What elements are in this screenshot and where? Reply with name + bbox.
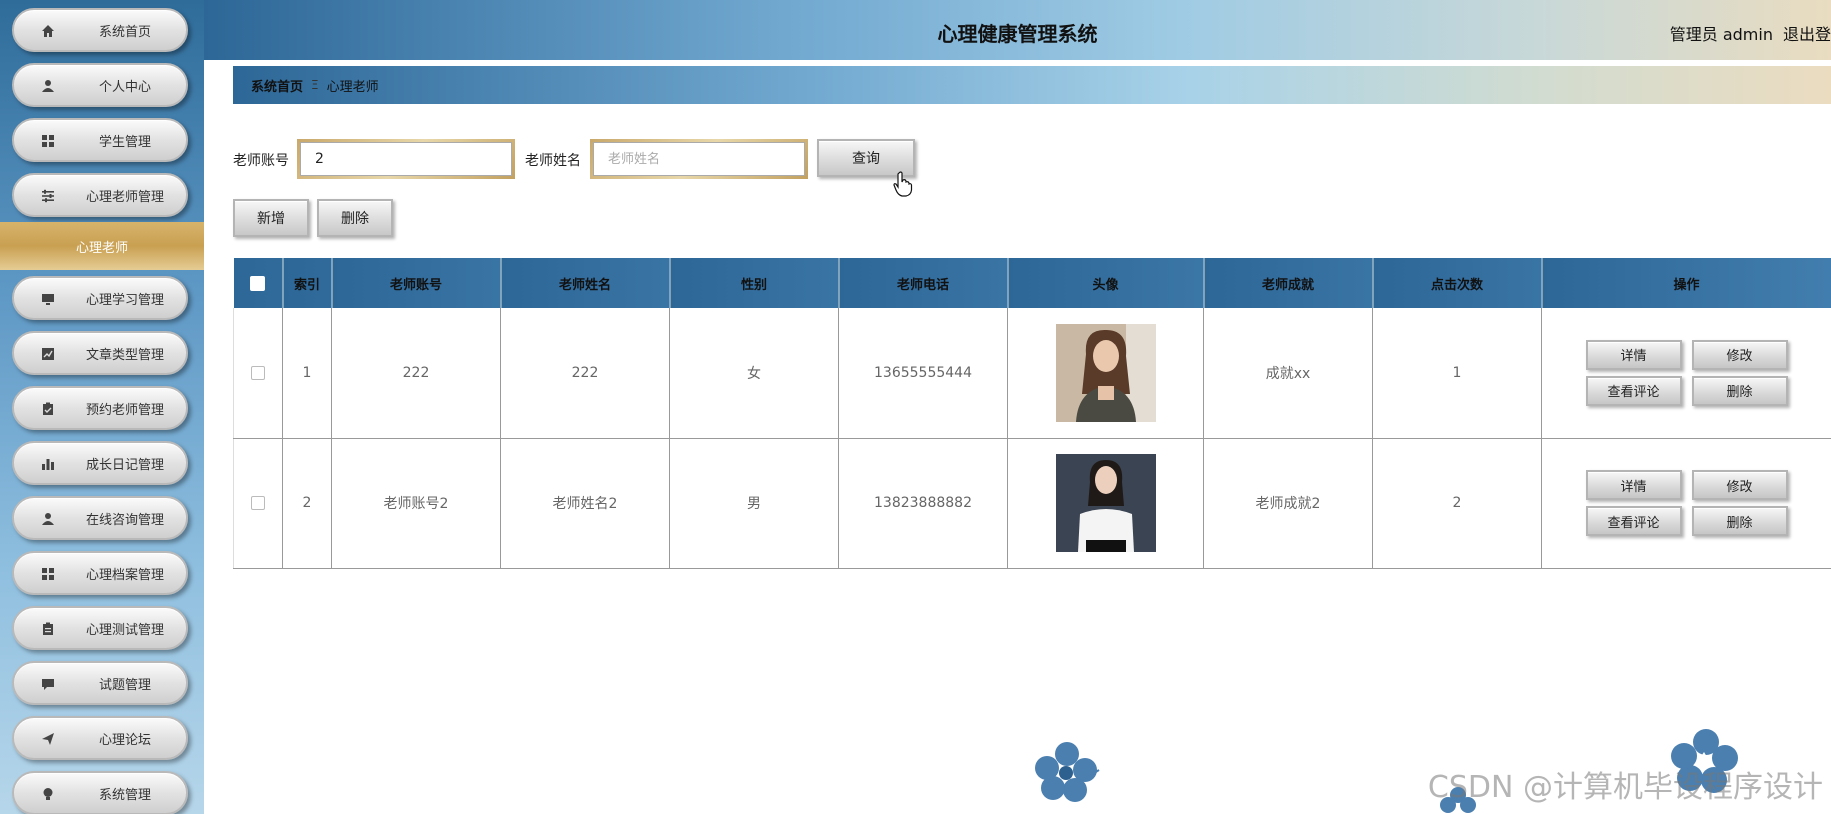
chat-icon	[40, 676, 56, 692]
account-input-frame	[297, 139, 515, 179]
table-row: 2 老师账号2 老师姓名2 男 13823888882 老师成就2 2 详情 修…	[233, 438, 1831, 569]
breadcrumb: 系统首页 Ξ 心理老师	[233, 66, 1831, 104]
user-icon	[40, 511, 56, 527]
name-input-frame	[590, 139, 808, 179]
row-checkbox[interactable]	[251, 365, 265, 380]
account-input[interactable]	[300, 142, 512, 176]
sidebar: 系统首页 个人中心 学生管理 心理老师管理 心理老师 心理学习管理 文章类型管理	[0, 0, 204, 814]
breadcrumb-separator: Ξ	[311, 78, 319, 92]
clipboard-check-icon	[40, 401, 56, 417]
sidebar-item-article-types[interactable]: 文章类型管理	[12, 331, 188, 375]
avatar-cell	[1007, 438, 1204, 569]
avatar-cell	[1007, 308, 1204, 439]
column-header: 老师电话	[838, 258, 1008, 308]
account-label: 老师账号	[233, 153, 289, 169]
column-header: 点击次数	[1372, 258, 1542, 308]
clicks-cell: 1	[1372, 308, 1542, 439]
user-area: 管理员 admin 退出登	[1660, 21, 1831, 45]
sidebar-item-questions[interactable]: 试题管理	[12, 661, 188, 705]
chart-icon	[40, 346, 56, 362]
avatar[interactable]	[1055, 454, 1156, 552]
select-all-checkbox[interactable]	[250, 275, 266, 291]
achievement-cell: 老师成就2	[1203, 438, 1373, 569]
breadcrumb-home[interactable]: 系统首页	[251, 76, 303, 95]
sidebar-item-students[interactable]: 学生管理	[12, 118, 188, 162]
view-comments-button[interactable]: 查看评论	[1585, 375, 1682, 406]
name-input[interactable]	[593, 142, 805, 176]
sidebar-subitem-teacher[interactable]: 心理老师	[0, 222, 204, 270]
sidebar-item-forum[interactable]: 心理论坛	[12, 716, 188, 760]
sidebar-item-records[interactable]: 心理档案管理	[12, 551, 188, 595]
sidebar-item-consult[interactable]: 在线咨询管理	[12, 496, 188, 540]
index-cell: 1	[282, 308, 332, 439]
user-role: 管理员 admin	[1669, 25, 1773, 44]
sidebar-item-tests[interactable]: 心理测试管理	[12, 606, 188, 650]
monitor-icon	[40, 291, 56, 307]
view-comments-button[interactable]: 查看评论	[1585, 506, 1682, 536]
sliders-icon	[40, 188, 56, 204]
operations-cell: 详情 修改 查看评论 删除	[1541, 308, 1831, 439]
row-select-cell	[233, 438, 283, 569]
edit-button[interactable]: 修改	[1691, 470, 1788, 500]
clipboard-icon	[40, 621, 56, 637]
hand-cursor-icon	[893, 171, 913, 197]
clicks-cell: 2	[1372, 438, 1542, 569]
home-icon	[40, 23, 56, 39]
column-header: 头像	[1007, 258, 1204, 308]
sidebar-item-profile[interactable]: 个人中心	[12, 63, 188, 107]
detail-button[interactable]: 详情	[1585, 339, 1682, 370]
index-cell: 2	[282, 438, 332, 569]
row-checkbox[interactable]	[251, 496, 265, 510]
column-header: 性别	[669, 258, 839, 308]
column-header: 老师账号	[331, 258, 501, 308]
logout-link[interactable]: 退出登	[1783, 25, 1831, 44]
sidebar-item-appointments[interactable]: 预约老师管理	[12, 386, 188, 430]
grid-icon	[40, 566, 56, 582]
column-header: 操作	[1541, 258, 1831, 308]
row-delete-button[interactable]: 删除	[1691, 506, 1788, 536]
sidebar-item-teachers[interactable]: 心理老师管理	[12, 173, 188, 217]
account-cell: 222	[331, 308, 501, 439]
name-label: 老师姓名	[525, 153, 581, 169]
row-select-cell	[233, 308, 283, 439]
sidebar-item-home[interactable]: 系统首页	[12, 8, 188, 52]
detail-button[interactable]: 详情	[1585, 470, 1682, 500]
user-icon	[40, 78, 56, 94]
flower-decoration-icon	[1035, 742, 1100, 802]
app-title: 心理健康管理系统	[937, 22, 1098, 46]
sidebar-item-diary[interactable]: 成长日记管理	[12, 441, 188, 485]
operations-cell: 详情 修改 查看评论 删除	[1541, 438, 1831, 569]
phone-cell: 13823888882	[838, 438, 1008, 569]
bulb-icon	[40, 786, 56, 802]
table-header-row: 索引 老师账号 老师姓名 性别 老师电话 头像 老师成就 点击次数 操作	[233, 258, 1831, 308]
select-all-cell	[233, 258, 283, 308]
column-header: 老师成就	[1203, 258, 1373, 308]
account-cell: 老师账号2	[331, 438, 501, 569]
watermark-text: CSDN @计算机毕设程序设计	[1427, 770, 1823, 805]
sidebar-item-system[interactable]: 系统管理	[12, 771, 188, 814]
gender-cell: 男	[669, 438, 839, 569]
table-row: 1 222 222 女 13655555444 成就xx 1 详情 修改 查看评…	[233, 308, 1831, 439]
column-header: 索引	[282, 258, 332, 308]
bar-chart-icon	[40, 456, 56, 472]
avatar[interactable]	[1055, 323, 1156, 422]
achievement-cell: 成就xx	[1203, 308, 1373, 439]
delete-button[interactable]: 删除	[317, 199, 393, 237]
edit-button[interactable]: 修改	[1691, 339, 1788, 370]
phone-cell: 13655555444	[838, 308, 1008, 439]
name-cell: 222	[500, 308, 670, 439]
row-delete-button[interactable]: 删除	[1691, 375, 1788, 406]
top-header: 心理健康管理系统 管理员 admin 退出登	[204, 0, 1831, 60]
send-icon	[40, 731, 56, 747]
breadcrumb-current: 心理老师	[326, 79, 379, 95]
name-cell: 老师姓名2	[500, 438, 670, 569]
column-header: 老师姓名	[500, 258, 670, 308]
teacher-table: 索引 老师账号 老师姓名 性别 老师电话 头像 老师成就 点击次数 操作 1 2…	[233, 258, 1831, 569]
add-button[interactable]: 新增	[233, 199, 309, 237]
gender-cell: 女	[669, 308, 839, 439]
grid-icon	[40, 133, 56, 149]
sidebar-item-learning[interactable]: 心理学习管理	[12, 276, 188, 320]
